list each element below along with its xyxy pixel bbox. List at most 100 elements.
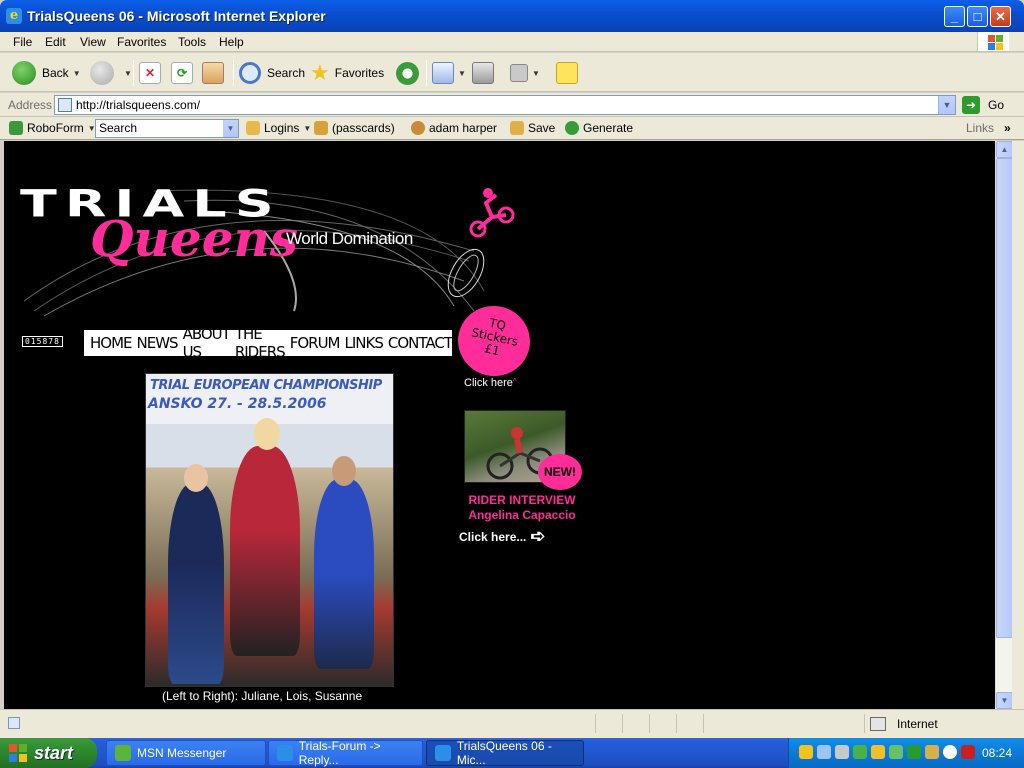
roboform-search-input[interactable]: Search ▼ — [95, 119, 239, 138]
edit-dropdown-icon[interactable]: ▼ — [532, 69, 540, 78]
nav-contact[interactable]: CONTACT — [388, 334, 453, 352]
nav-home[interactable]: HOME — [90, 334, 133, 352]
logo-tagline: World Domination — [286, 229, 413, 248]
roboform-search-dropdown-icon[interactable]: ▼ — [223, 120, 238, 137]
task-trialsqueens[interactable]: TrialsQueens 06 - Mic... — [426, 739, 584, 767]
print-button[interactable] — [472, 60, 494, 86]
msn-tray-icon[interactable] — [853, 745, 867, 759]
back-dropdown-icon[interactable]: ▼ — [73, 69, 81, 78]
ati-icon[interactable] — [961, 745, 975, 759]
tray-alert-icon[interactable] — [871, 745, 885, 759]
links-button[interactable]: Links » — [966, 121, 1011, 135]
address-input[interactable]: http://trialsqueens.com/ ▼ — [54, 95, 956, 115]
security-zone: Internet — [897, 717, 938, 731]
links-label: Links — [966, 121, 995, 135]
task-trials-forum[interactable]: Trials-Forum -> Reply... — [268, 739, 423, 767]
maximize-button[interactable]: □ — [967, 6, 988, 27]
go-button[interactable]: ➜ Go — [962, 96, 1004, 114]
photo-banner: TRIAL EUROPEAN CHAMPIONSHIP ANSKO 27. - … — [146, 374, 393, 424]
menu-edit[interactable]: Edit — [45, 35, 66, 49]
generate-button[interactable]: Generate — [565, 121, 633, 135]
tray-users-icon[interactable] — [889, 745, 903, 759]
logins-dropdown-icon[interactable]: ▼ — [303, 124, 311, 133]
nav-forum[interactable]: FORUM — [290, 334, 341, 352]
rider-left — [168, 484, 224, 684]
stop-button[interactable]: ✕ — [139, 60, 161, 86]
favorites-button[interactable]: ★ Favorites — [310, 60, 384, 86]
history-button[interactable] — [396, 60, 425, 86]
menu-file[interactable]: File — [13, 35, 32, 49]
address-dropdown-icon[interactable]: ▼ — [938, 96, 955, 114]
search-button[interactable]: Search — [239, 60, 305, 86]
passcards-button[interactable]: (passcards) — [314, 121, 395, 135]
menu-favorites[interactable]: Favorites — [117, 35, 166, 49]
passcards-label: (passcards) — [332, 121, 395, 135]
interview-title[interactable]: RIDER INTERVIEW Angelina Capaccio — [459, 493, 585, 523]
home-icon — [202, 62, 224, 84]
nav-the-riders[interactable]: THE RIDERS — [235, 325, 286, 361]
rider-center — [230, 446, 300, 656]
tray-globe-icon[interactable] — [943, 745, 957, 759]
close-button[interactable]: ✕ — [990, 6, 1011, 27]
ie-task-icon — [435, 745, 451, 761]
stickers-link-label: Click here — [464, 377, 513, 389]
favorites-label: Favorites — [334, 66, 385, 80]
podium-photo: TRIAL EUROPEAN CHAMPIONSHIP ANSKO 27. - … — [145, 373, 394, 687]
interview-link[interactable]: Click here... ➪ — [459, 526, 545, 547]
nav-news[interactable]: NEWS — [137, 334, 179, 352]
tray-pen-icon[interactable] — [925, 745, 939, 759]
identity-button[interactable]: adam harper — [411, 121, 497, 135]
mail-button[interactable]: ▼ — [432, 60, 466, 86]
task-msn-messenger[interactable]: MSN Messenger — [106, 740, 266, 766]
roboform-search-value: Search — [99, 121, 138, 135]
messenger-note-button[interactable] — [556, 60, 578, 86]
save-icon — [510, 121, 524, 135]
forward-dropdown-icon[interactable]: ▼ — [124, 69, 132, 78]
nav-about-us[interactable]: ABOUT US — [183, 325, 231, 361]
interview-rider-name: Angelina Capaccio — [468, 508, 576, 522]
back-arrow-icon — [12, 61, 36, 85]
chevron-right-icon[interactable]: » — [1004, 121, 1011, 135]
roboform-button[interactable]: RoboForm ▼ — [9, 121, 96, 135]
rider-right — [314, 479, 374, 669]
photo-banner-line-2: ANSKO 27. - 28.5.2006 — [148, 396, 327, 412]
menu-tools[interactable]: Tools — [178, 35, 206, 49]
stop-icon: ✕ — [139, 62, 161, 84]
start-button[interactable]: start — [0, 738, 97, 768]
minimize-button[interactable]: _ — [944, 6, 965, 27]
logo-queens: Queens — [90, 209, 299, 268]
logins-button[interactable]: Logins ▼ — [246, 121, 311, 135]
edit-page-icon — [510, 64, 528, 82]
vertical-scrollbar[interactable]: ▲ ▼ — [995, 141, 1013, 709]
page-viewport: TRIALS Queens World Domination 015878 HO… — [4, 141, 995, 709]
menu-help[interactable]: Help — [219, 35, 244, 49]
start-label: start — [34, 742, 74, 763]
mail-dropdown-icon[interactable]: ▼ — [458, 69, 466, 78]
stickers-badge[interactable]: TQ Stickers £1 — [453, 301, 535, 381]
network-icon[interactable] — [817, 745, 831, 759]
site-nav: HOME NEWS ABOUT US THE RIDERS FORUM LINK… — [84, 325, 453, 361]
stickers-link[interactable]: Click here^ — [464, 377, 517, 389]
rider-left-head — [184, 464, 208, 492]
photo-caption: (Left to Right): Juliane, Lois, Susanne — [162, 689, 363, 703]
tray-app-icon[interactable] — [835, 745, 849, 759]
go-label: Go — [988, 98, 1005, 112]
title-bar: e TrialsQueens 06 - Microsoft Internet E… — [0, 0, 1024, 32]
save-button[interactable]: Save — [510, 121, 555, 135]
roboform-icon — [9, 121, 23, 135]
forward-button[interactable]: ▼ — [90, 60, 132, 86]
edit-button[interactable]: ▼ — [510, 60, 540, 86]
scroll-down-icon[interactable]: ▼ — [996, 692, 1013, 709]
scroll-thumb[interactable] — [996, 158, 1013, 638]
back-button[interactable]: Back ▼ — [12, 60, 81, 86]
refresh-button[interactable]: ⟳ — [171, 60, 193, 86]
tray-chat-icon[interactable] — [907, 745, 921, 759]
scroll-up-icon[interactable]: ▲ — [996, 141, 1013, 158]
home-button[interactable] — [202, 60, 224, 86]
security-shield-icon[interactable] — [799, 745, 813, 759]
hit-counter: 015878 — [22, 336, 63, 347]
new-badge: NEW! — [538, 454, 582, 490]
menu-view[interactable]: View — [80, 35, 106, 49]
nav-links[interactable]: LINKS — [345, 334, 384, 352]
task-label: MSN Messenger — [137, 746, 227, 760]
